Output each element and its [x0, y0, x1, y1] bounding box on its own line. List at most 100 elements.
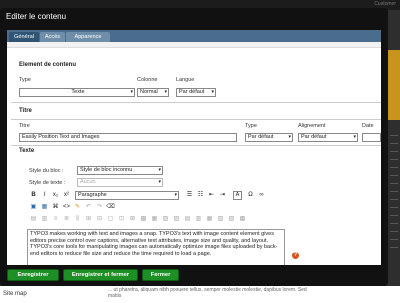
table-width-icon[interactable]: ▧ [216, 215, 225, 224]
ordered-list-icon[interactable]: ☰ [185, 191, 194, 200]
table-caption-icon[interactable]: ▦ [205, 215, 214, 224]
hyperlink-icon[interactable]: ⌘ [51, 203, 60, 212]
help-icon[interactable]: ? [292, 252, 299, 259]
customer-label: Customer [374, 1, 396, 7]
bold-button[interactable]: B [29, 191, 38, 200]
divider [11, 145, 381, 146]
style-texte-value: Aucun [80, 179, 96, 185]
style-texte-select[interactable]: Aucun ▾ [77, 178, 163, 187]
omega-icon[interactable]: Ω [246, 191, 255, 200]
colonne-select[interactable]: Normal ▾ [137, 88, 169, 97]
style-bloc-select[interactable]: Style de bloc inconnu ▾ [77, 166, 163, 175]
save-and-close-button[interactable]: Enregistrer et fermer [63, 269, 138, 281]
chevron-down-icon: ▾ [164, 89, 167, 95]
table-row-insert-icon[interactable]: ≡ [51, 215, 60, 224]
italic-button[interactable]: I [40, 191, 49, 200]
chevron-down-icon: ▾ [174, 192, 177, 198]
chevron-down-icon: ▾ [158, 179, 161, 185]
dialog-footer: Enregistrer Enregistrer et fermer Fermer [7, 265, 381, 283]
chevron-down-icon: ▾ [353, 134, 356, 140]
table-split-icon[interactable]: ▨ [172, 215, 181, 224]
rich-text-editor[interactable]: TYPO3 makes working with text and images… [27, 229, 285, 265]
remove-format-icon[interactable]: ⌫ [106, 203, 115, 212]
table-height-icon[interactable]: ▨ [227, 215, 236, 224]
link-icon[interactable]: ∞ [257, 191, 266, 200]
table-col-icon[interactable]: ⫼ [73, 215, 82, 224]
style-texte-label: Style de texte : [29, 180, 66, 186]
tab-bar: Général Accès Apparence [7, 30, 381, 42]
table-style-icon[interactable]: ▩ [238, 215, 247, 224]
titre-type-label: Type [245, 123, 257, 129]
tab-acces[interactable]: Accès [40, 32, 65, 42]
background-right-panel [388, 10, 400, 303]
edit-content-dialog: Editer le contenu Général Accès Apparenc… [0, 8, 388, 286]
date-input[interactable] [362, 133, 381, 142]
table-merge-icon[interactable]: ▤ [183, 215, 192, 224]
background-bottom: Site map ... ut pharetra, aliquam nibh p… [0, 286, 400, 303]
paragraph-format-select[interactable]: Paragraphe ▾ [75, 191, 179, 200]
editor-toolbar-row-1: B I x₂ x² Paragraphe ▾ ☰ ☷ ⇤ ⇥ A Ω ∞ [27, 191, 287, 201]
indent-icon[interactable]: ⇥ [218, 191, 227, 200]
titre-input[interactable]: Easily Position Text and Images [19, 133, 237, 142]
section-title-titre: Titre [19, 108, 32, 114]
langue-select[interactable]: Par défaut ▾ [176, 88, 216, 97]
content-type-select[interactable]: Texte ▾ [19, 88, 135, 97]
table-col-insert-icon[interactable]: ⊞ [84, 215, 93, 224]
langue-value: Par défaut [179, 89, 205, 95]
chevron-down-icon: ▾ [288, 134, 291, 140]
redo-icon[interactable]: ↷ [95, 203, 104, 212]
chevron-down-icon: ▾ [211, 89, 214, 95]
table-align-icon[interactable]: ▧ [161, 215, 170, 224]
titre-type-select[interactable]: Par défaut ▾ [245, 133, 293, 142]
dialog-title: Editer le contenu [6, 12, 67, 21]
table-header-icon[interactable]: ▥ [194, 215, 203, 224]
chevron-down-icon: ▾ [130, 89, 133, 95]
table-cell-split-icon[interactable]: ⊠ [128, 215, 137, 224]
section-title-texte: Texte [19, 148, 35, 154]
undo-icon[interactable]: ↶ [84, 203, 93, 212]
close-button[interactable]: Fermer [142, 269, 179, 281]
save-button[interactable]: Enregistrer [7, 269, 59, 281]
alignement-value: Par défaut [301, 134, 327, 140]
style-bloc-value: Style de bloc inconnu [80, 167, 133, 173]
table-props-icon[interactable]: ▤ [29, 215, 38, 224]
unordered-list-icon[interactable]: ☷ [196, 191, 205, 200]
chevron-down-icon: ▾ [158, 167, 161, 173]
divider [11, 119, 381, 120]
titre-label: Titre [19, 123, 30, 129]
editor-toolbar-row-3: ▤ ▥ ≡ ≣ ⫼ ⊞ ⊟ ▢ ⊡ ⊠ ▩ ▦ ▧ ▨ ▤ ▥ ▦ ▧ ▨ ▩ [27, 215, 287, 225]
dialog-content: Element de contenu Type Texte ▾ Colonne … [7, 42, 381, 265]
background-orange-block [388, 50, 400, 120]
table-delete-icon[interactable]: ▩ [139, 215, 148, 224]
table-cell-icon[interactable]: ▢ [106, 215, 115, 224]
content-top-strip [7, 42, 381, 48]
alignement-select[interactable]: Par défaut ▾ [298, 133, 358, 142]
editor-toolbar-row-2: ▣ ▦ ⌘ <> ✎ ↶ ↷ ⌫ [27, 203, 147, 213]
table-row-delete-icon[interactable]: ≣ [62, 215, 71, 224]
divider [11, 102, 381, 103]
background-text-lines [390, 135, 398, 255]
superscript-button[interactable]: x² [62, 191, 71, 200]
table-col-delete-icon[interactable]: ⊟ [95, 215, 104, 224]
alignement-label: Alignement [298, 123, 326, 129]
tab-general[interactable]: Général [9, 32, 39, 42]
source-icon[interactable]: <> [62, 203, 71, 212]
outdent-icon[interactable]: ⇤ [207, 191, 216, 200]
text-color-button[interactable]: A [233, 191, 242, 200]
table-row-icon[interactable]: ▥ [40, 215, 49, 224]
subscript-button[interactable]: x₂ [51, 191, 60, 200]
background-snippet: ... ut pharetra, aliquam nibh posuere te… [108, 287, 307, 299]
table-border-icon[interactable]: ▦ [150, 215, 159, 224]
content-type-value: Texte [71, 89, 85, 95]
style-bloc-label: Style du bloc : [29, 168, 64, 174]
sitemap-link[interactable]: Site map [3, 291, 27, 297]
section-title-element: Element de contenu [19, 62, 77, 68]
pencil-icon[interactable]: ✎ [73, 203, 82, 212]
colonne-label: Colonne [137, 77, 158, 83]
tab-apparence[interactable]: Apparence [66, 32, 110, 42]
table-cell-merge-icon[interactable]: ⊡ [117, 215, 126, 224]
type-label: Type [19, 77, 31, 83]
titre-type-value: Par défaut [248, 134, 274, 140]
image-icon[interactable]: ▣ [29, 203, 38, 212]
table-icon[interactable]: ▦ [40, 203, 49, 212]
